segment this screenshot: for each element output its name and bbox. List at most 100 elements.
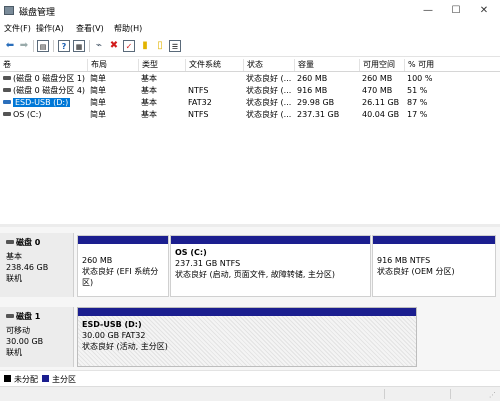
status-bar-divider <box>450 389 451 399</box>
window-title: 磁盘管理 <box>19 8 56 18</box>
menu-action[interactable]: 操作(A) <box>36 23 64 34</box>
column-header-filesystem[interactable]: 文件系统 <box>185 59 243 71</box>
volume-status: 状态良好 (... <box>246 74 292 83</box>
forward-icon[interactable]: ➡ <box>18 40 30 52</box>
column-header-status[interactable]: 状态 <box>243 59 294 71</box>
table-row-selected[interactable]: ESD-USB (D:) 简单 基本 FAT32 状态良好 (... 29.98… <box>0 97 500 109</box>
disk-icon <box>6 239 14 244</box>
volume-icon <box>3 75 11 80</box>
close-button[interactable]: ✕ <box>470 0 498 22</box>
column-header-layout[interactable]: 布局 <box>87 59 138 71</box>
new-icon[interactable]: ▯ <box>154 40 166 52</box>
disk-type: 基本 <box>6 252 22 261</box>
check-icon[interactable]: ✓ <box>123 40 135 52</box>
disk-management-icon <box>4 6 14 15</box>
partition-oem[interactable]: 916 MB NTFS 状态良好 (OEM 分区) <box>372 235 496 297</box>
volume-filesystem: NTFS <box>188 86 209 95</box>
toolbar-separator <box>33 40 34 52</box>
volume-table-header: 卷 布局 类型 文件系统 状态 容量 可用空间 % 可用 <box>0 59 500 72</box>
volume-name: OS (C:) <box>13 110 42 119</box>
partition-os-c[interactable]: OS (C:) 237.31 GB NTFS 状态良好 (启动, 页面文件, 故… <box>170 235 371 297</box>
table-row[interactable]: (磁盘 0 磁盘分区 1) 简单 基本 状态良好 (... 260 MB 260… <box>0 73 500 85</box>
disk-state: 联机 <box>6 348 22 357</box>
column-header-percent-free[interactable]: % 可用 <box>404 59 500 71</box>
volume-name: ESD-USB (D:) <box>13 98 71 107</box>
volume-capacity: 260 MB <box>297 74 328 83</box>
partition-size: 30.00 GB FAT32 <box>82 331 146 340</box>
volume-free-space: 26.11 GB <box>362 98 400 107</box>
status-bar-divider <box>384 389 385 399</box>
list-icon[interactable]: ☰ <box>169 40 181 52</box>
disk-name: 磁盘 1 <box>16 312 41 321</box>
back-icon[interactable]: ⬅ <box>4 40 16 52</box>
volume-layout: 简单 <box>90 110 106 119</box>
partition-status: 状态良好 (启动, 页面文件, 故障转储, 主分区) <box>175 270 336 279</box>
disk-type: 可移动 <box>6 326 30 335</box>
menu-view[interactable]: 查看(V) <box>76 23 104 34</box>
volume-filesystem <box>185 73 243 85</box>
volume-percent-free: 51 % <box>407 86 428 95</box>
disk-1-label[interactable]: 磁盘 1 可移动 30.00 GB 联机 <box>0 307 74 367</box>
table-row[interactable]: OS (C:) 简单 基本 NTFS 状态良好 (... 237.31 GB 4… <box>0 109 500 121</box>
volume-free-space: 470 MB <box>362 86 393 95</box>
partition-status: 状态良好 (OEM 分区) <box>377 267 455 276</box>
column-header-type[interactable]: 类型 <box>138 59 185 71</box>
volume-layout: 简单 <box>90 86 106 95</box>
volume-name: (磁盘 0 磁盘分区 4) <box>13 86 86 95</box>
volume-percent-free: 100 % <box>407 74 433 83</box>
column-header-volume[interactable]: 卷 <box>0 59 87 71</box>
volume-name: (磁盘 0 磁盘分区 1) <box>13 74 86 83</box>
legend-label-unallocated: 未分配 <box>14 375 38 384</box>
partition-bar <box>171 236 370 244</box>
volume-type: 基本 <box>141 86 157 95</box>
partition-esd-usb-d[interactable]: ESD-USB (D:) 30.00 GB FAT32 状态良好 (活动, 主分… <box>77 307 417 367</box>
column-header-free[interactable]: 可用空间 <box>359 59 404 71</box>
status-bar: ⋰ <box>0 386 500 401</box>
open-icon[interactable]: ▮ <box>139 40 151 52</box>
legend-swatch-unallocated <box>4 375 11 382</box>
toolbar-separator <box>89 40 90 52</box>
volume-percent-free: 87 % <box>407 98 428 107</box>
disk-state: 联机 <box>6 274 22 283</box>
volume-list-empty-area <box>0 122 500 224</box>
volume-type: 基本 <box>141 74 157 83</box>
connect-icon[interactable]: ⌁ <box>93 40 105 52</box>
disk-size: 30.00 GB <box>6 337 44 346</box>
delete-icon[interactable]: ✖ <box>108 40 120 52</box>
maximize-button[interactable]: ☐ <box>442 0 470 22</box>
legend-swatch-primary <box>42 375 49 382</box>
volume-status: 状态良好 (... <box>246 86 292 95</box>
menu-file[interactable]: 文件(F) <box>4 23 31 34</box>
partition-bar <box>78 236 168 244</box>
volume-free-space: 260 MB <box>362 74 393 83</box>
partition-status: 状态良好 (活动, 主分区) <box>82 342 168 351</box>
menu-help[interactable]: 帮助(H) <box>114 23 142 34</box>
minimize-icon: — <box>423 5 433 16</box>
partition-size: 260 MB <box>82 256 113 265</box>
partition-bar <box>78 308 416 316</box>
volume-capacity: 237.31 GB <box>297 110 340 119</box>
legend-label-primary: 主分区 <box>52 375 76 384</box>
partition-efi[interactable]: 260 MB 状态良好 (EFI 系统分区) <box>77 235 169 297</box>
volume-icon <box>3 111 11 116</box>
volume-icon <box>3 99 11 104</box>
help-icon[interactable]: ? <box>58 40 70 52</box>
volume-status: 状态良好 (... <box>246 98 292 107</box>
minimize-button[interactable]: — <box>414 0 442 22</box>
console-icon[interactable]: ▦ <box>73 40 85 52</box>
table-row[interactable]: (磁盘 0 磁盘分区 4) 简单 基本 NTFS 状态良好 (... 916 M… <box>0 85 500 97</box>
title-bar: 磁盘管理 — ☐ ✕ <box>0 0 500 22</box>
partition-size: 916 MB NTFS <box>377 256 431 265</box>
partition-size: 237.31 GB NTFS <box>175 259 241 268</box>
resize-grip-icon[interactable]: ⋰ <box>489 391 497 399</box>
volume-type: 基本 <box>141 110 157 119</box>
column-header-capacity[interactable]: 容量 <box>294 59 359 71</box>
volume-layout: 简单 <box>90 98 106 107</box>
volume-capacity: 916 MB <box>297 86 328 95</box>
properties-icon[interactable]: ▤ <box>37 40 49 52</box>
disk-0-label[interactable]: 磁盘 0 基本 238.46 GB 联机 <box>0 233 74 297</box>
partition-status: 状态良好 (EFI 系统分区) <box>82 267 159 287</box>
disk-name: 磁盘 0 <box>16 238 41 247</box>
volume-icon <box>3 87 11 92</box>
partition-title: ESD-USB (D:) <box>82 320 142 329</box>
